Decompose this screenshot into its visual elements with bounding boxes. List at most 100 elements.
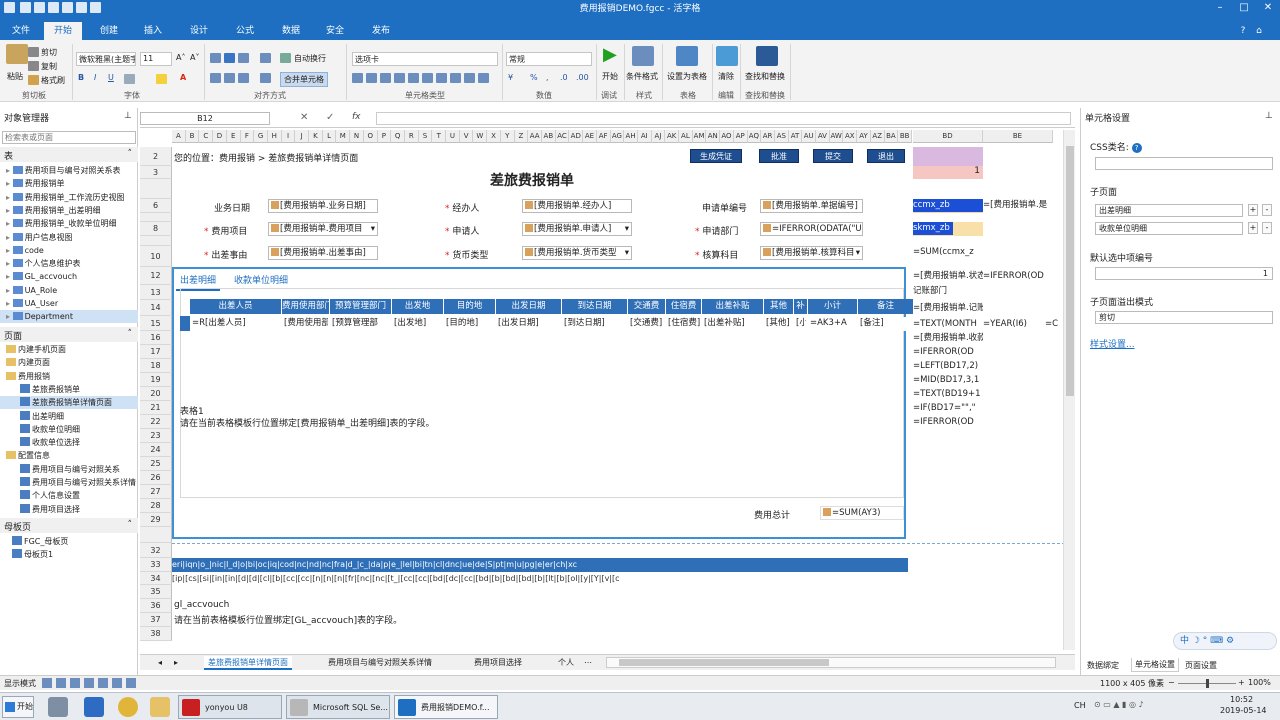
biz-date-field[interactable]: [费用报销单.业务日期] [268,199,378,213]
fx-icon[interactable]: fx [352,112,361,122]
column-header[interactable]: BD [913,130,983,143]
row-header[interactable]: 12 [140,267,172,285]
column-header[interactable]: O [363,130,378,143]
tab-insert[interactable]: 插入 [136,22,170,40]
column-header[interactable]: AX [843,130,858,143]
row-header[interactable]: 18 [140,359,172,373]
set-as-table-button[interactable]: 设置为表格 [667,71,707,82]
chrome-icon[interactable] [118,697,138,717]
fee-item-dropdown[interactable]: [费用报销单.费用项目 ▾ [268,222,378,236]
row-header[interactable]: 17 [140,345,172,359]
overflow-mode-select[interactable]: 剪切 [1095,311,1273,324]
approve-button[interactable]: 批准 [759,149,799,163]
table-item[interactable]: ▸ 用户信息视图 [0,231,138,244]
set-as-table-icon[interactable] [676,46,698,66]
table-cell[interactable]: [出发日期] [496,317,560,331]
page-item[interactable]: 收款单位选择 [0,436,138,449]
row-header[interactable] [140,236,172,246]
cut-button[interactable]: 剪切 [41,47,57,58]
celltype-list-icon[interactable] [464,73,475,83]
help-icon[interactable]: ? [1236,22,1250,40]
column-header[interactable]: BB [898,130,912,143]
table-item[interactable]: ▸ Department [0,310,138,324]
tab-data-binding[interactable]: 数据绑定 [1087,660,1119,671]
row-header[interactable]: 10 [140,246,172,267]
table-item[interactable]: ▸ UA_Role [0,284,138,297]
row-header[interactable]: 34 [140,572,172,585]
remove-subpage-button-2[interactable]: - [1262,222,1272,234]
css-class-input[interactable] [1095,157,1273,170]
sheet-tab-personal[interactable]: 个人 [554,656,578,670]
side-formula-cell[interactable]: =[费用报销单.状态 [913,270,983,283]
align-middle-icon[interactable] [224,53,235,63]
tab-formula[interactable]: 公式 [228,22,262,40]
table-cell[interactable]: [出发地] [392,317,442,331]
number-format-combo[interactable]: 常规 [506,52,592,66]
tab-publish[interactable]: 发布 [364,22,398,40]
font-name-combo[interactable]: 微软雅黑(主题字 [76,52,136,66]
celltype-link-icon[interactable] [422,73,433,83]
tab-security[interactable]: 安全 [318,22,352,40]
decimal-increase-icon[interactable]: .0 [560,73,568,82]
table-cell[interactable]: [小 [794,317,806,331]
side-formula-cell[interactable]: =IFERROR(OD [913,416,983,429]
generate-voucher-button[interactable]: 生成凭证 [690,149,742,163]
celltype-combo-icon[interactable] [380,73,391,83]
column-header[interactable]: R [404,130,419,143]
underline-button[interactable]: U [108,73,114,82]
explorer-icon[interactable] [150,697,170,717]
cell-type-combo[interactable]: 选项卡 [352,52,498,66]
chevron-down-icon[interactable]: ▾ [371,223,375,235]
column-header[interactable]: AQ [747,130,762,143]
celltype-image-icon[interactable] [436,73,447,83]
grow-font-icon[interactable]: A˄ [176,53,185,62]
scrollbar-thumb[interactable] [1066,146,1074,396]
table-cell[interactable]: [住宿费] [666,317,700,331]
clear-button[interactable]: 清除 [718,71,734,82]
column-header[interactable]: AM [692,130,707,143]
purple-cell[interactable] [913,147,983,166]
table-cell[interactable]: [到达日期] [562,317,626,331]
table-item[interactable]: ▸ UA_User [0,297,138,310]
formula-input[interactable] [376,112,1071,125]
row-header[interactable] [140,179,172,199]
column-header[interactable]: K [309,130,323,143]
column-header[interactable]: AR [761,130,775,143]
side-formula-cell[interactable]: =IFERROR(OD [983,270,1063,283]
column-header[interactable]: Q [391,130,405,143]
pin-icon[interactable]: ⊥ [124,111,132,121]
currency-dropdown[interactable]: [费用报销单.货币类型 ▾ [522,246,632,260]
default-index-input[interactable]: 1 [1095,267,1273,280]
page-item[interactable]: 差旅费报销单详情页面 [0,396,138,410]
border-icon[interactable] [124,74,135,84]
font-color-icon[interactable]: A [180,73,186,82]
row-header[interactable]: 22 [140,415,172,429]
table-cell[interactable]: [出差补贴] [702,317,762,331]
row-header[interactable]: 36 [140,599,172,613]
exit-button[interactable]: 退出 [867,149,905,163]
merge-cells-button[interactable]: 合并单元格 [280,72,328,87]
column-header[interactable]: AH [624,130,638,143]
ime-toolbar[interactable]: 中 ☽ ° ⌨ ⚙ [1173,632,1277,650]
celltype-button-icon[interactable] [366,73,377,83]
column-header[interactable]: AL [679,130,693,143]
align-bottom-icon[interactable] [238,53,249,63]
mode-grid-icon[interactable] [84,678,94,688]
row-header[interactable]: 33 [140,558,172,572]
row-header[interactable] [140,527,172,543]
column-header[interactable]: AE [583,130,597,143]
tables-section-header[interactable]: 表 ˄ [0,147,138,162]
subpage-select-2[interactable]: 收款单位明细 [1095,222,1243,235]
side-formula-cell[interactable]: =MID(BD17,3,1 [913,374,983,387]
celltype-checkbox-icon[interactable] [394,73,405,83]
row-header[interactable]: 27 [140,485,172,499]
outdent-icon[interactable] [260,73,271,83]
start-debug-icon[interactable]: ▶ [603,44,617,65]
page-item[interactable]: 配置信息 [0,449,138,462]
column-header[interactable]: AV [816,130,830,143]
celltype-radio-icon[interactable] [408,73,419,83]
column-header[interactable]: AY [857,130,871,143]
page-item[interactable]: 内建手机页面 [0,343,138,356]
language-indicator[interactable]: CH [1074,701,1086,710]
row-header[interactable]: 2 [140,147,172,166]
